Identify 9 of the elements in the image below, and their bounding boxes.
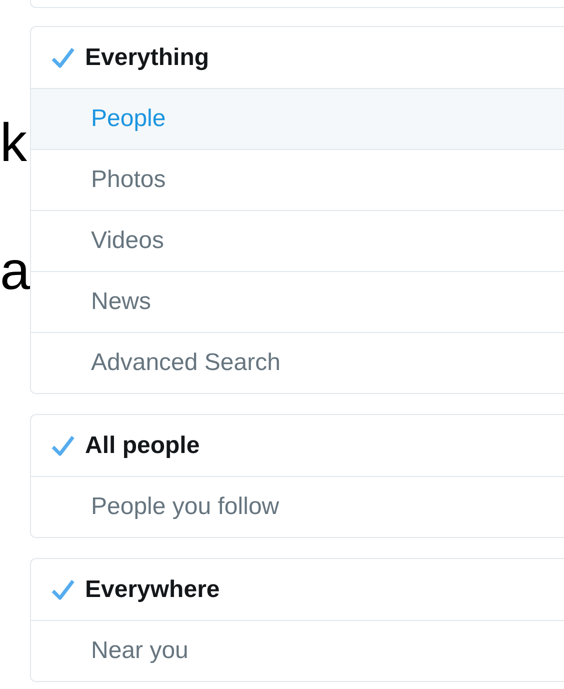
menu-item[interactable]: Advanced Search <box>31 332 564 393</box>
background-letter: k <box>0 116 27 170</box>
menu-item[interactable]: Near you <box>31 620 564 681</box>
menu-header-item[interactable]: Everywhere <box>31 559 564 620</box>
background-letter: a <box>0 244 30 298</box>
menu-item[interactable]: People <box>31 88 564 149</box>
menu-header-item[interactable]: All people <box>31 415 564 476</box>
menu-header-item[interactable]: Everything <box>31 27 564 88</box>
menu-item[interactable]: People you follow <box>31 476 564 537</box>
